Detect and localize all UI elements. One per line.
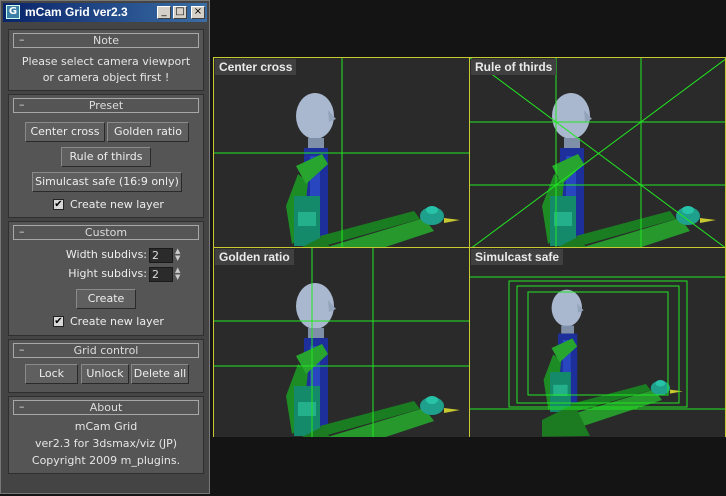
viewport-label: Rule of thirds <box>471 59 557 75</box>
about-line1: mCam Grid <box>74 420 138 433</box>
viewport-simulcast-safe[interactable]: Simulcast safe <box>469 247 726 438</box>
delete-all-button[interactable]: Delete all <box>131 364 189 384</box>
height-subdivs-label: Hight subdivs: <box>68 267 147 280</box>
note-panel: – Note Please select camera viewport or … <box>8 29 204 91</box>
custom-create-layer-checkbox[interactable]: ✔ <box>53 316 64 327</box>
viewport-label: Center cross <box>215 59 297 75</box>
rule-of-thirds-grid <box>470 58 725 247</box>
simulcast-safe-grid <box>470 276 725 410</box>
custom-rollout[interactable]: – Custom <box>13 225 199 240</box>
height-subdivs-input[interactable]: 2 <box>149 267 173 282</box>
viewport-footer <box>213 437 726 496</box>
preset-panel: – Preset Center cross Golden ratio Rule … <box>8 94 204 218</box>
maximize-icon[interactable]: □ <box>173 6 187 19</box>
lock-button[interactable]: Lock <box>25 364 78 384</box>
close-icon[interactable]: × <box>191 6 205 19</box>
create-layer-checkbox[interactable]: ✔ <box>53 199 64 210</box>
window-title: mCam Grid ver2.3 <box>25 5 128 19</box>
width-spinner-arrows[interactable]: ▲ ▼ <box>175 248 184 263</box>
viewport-rule-of-thirds[interactable]: Rule of thirds <box>469 57 726 248</box>
about-rollout[interactable]: – About <box>13 400 199 415</box>
preset-header: Preset <box>88 99 124 112</box>
viewport-golden-ratio[interactable]: Golden ratio <box>213 247 470 438</box>
golden-ratio-grid <box>214 248 469 437</box>
custom-panel: – Custom Width subdivs: 2 ▲ ▼ Hight subdi… <box>8 221 204 336</box>
unlock-button[interactable]: Unlock <box>81 364 129 384</box>
viewport-label: Simulcast safe <box>471 249 564 265</box>
note-rollout[interactable]: – Note <box>13 33 199 48</box>
viewport-label: Golden ratio <box>215 249 294 265</box>
viewport-center-cross[interactable]: Center cross <box>213 57 470 248</box>
note-header: Note <box>92 34 120 47</box>
about-panel: – About mCam Grid ver2.3 for 3dsmax/viz … <box>8 396 204 474</box>
center-cross-button[interactable]: Center cross <box>25 122 105 142</box>
note-line2: or camera object first ! <box>42 71 170 84</box>
note-line1: Please select camera viewport <box>21 55 191 68</box>
mcam-grid-window: G mCam Grid ver2.3 _ □ × – Note Please s… <box>0 0 210 494</box>
center-cross-grid <box>214 58 469 247</box>
rule-of-thirds-button[interactable]: Rule of thirds <box>61 147 151 167</box>
custom-create-layer-label: Create new layer <box>70 315 164 328</box>
app-icon: G <box>6 5 20 19</box>
simulcast-safe-button[interactable]: Simulcast safe (16:9 only) <box>32 172 182 192</box>
create-button[interactable]: Create <box>76 289 136 309</box>
title-bar[interactable]: G mCam Grid ver2.3 _ □ × <box>3 3 207 22</box>
minimize-icon[interactable]: _ <box>157 6 171 19</box>
grid-control-header: Grid control <box>73 344 139 357</box>
about-header: About <box>89 401 123 414</box>
grid-control-rollout[interactable]: – Grid control <box>13 343 199 358</box>
about-line2: ver2.3 for 3dsmax/viz (JP) <box>34 437 178 450</box>
width-subdivs-label: Width subdivs: <box>65 248 147 261</box>
grid-control-panel: – Grid control Lock Unlock Delete all <box>8 339 204 393</box>
width-subdivs-input[interactable]: 2 <box>149 248 173 263</box>
create-layer-label: Create new layer <box>70 198 164 211</box>
about-line3: Copyright 2009 m_plugins. <box>31 454 181 467</box>
custom-header: Custom <box>84 226 128 239</box>
golden-ratio-button[interactable]: Golden ratio <box>107 122 189 142</box>
height-spinner-arrows[interactable]: ▲ ▼ <box>175 267 184 282</box>
preset-rollout[interactable]: – Preset <box>13 98 199 113</box>
